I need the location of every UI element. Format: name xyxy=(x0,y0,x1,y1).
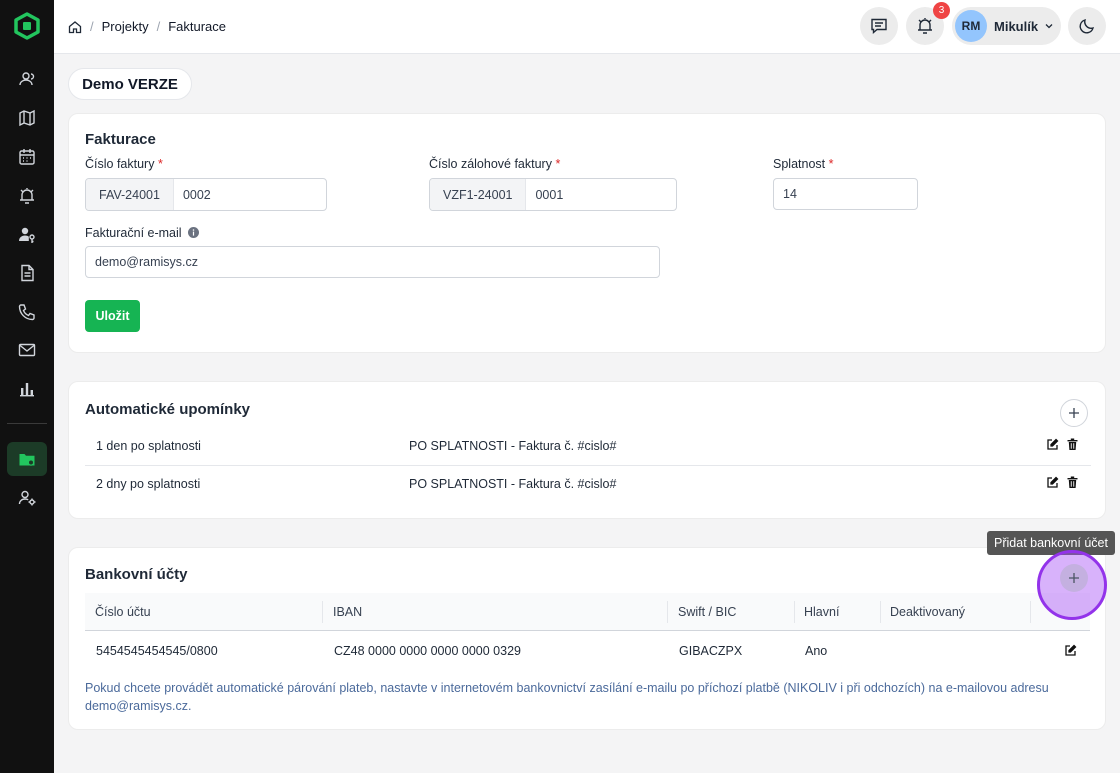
edit-icon[interactable] xyxy=(1046,438,1059,451)
sidebar-item-project-settings[interactable] xyxy=(7,442,47,476)
billing-email-label: Fakturační e-mail xyxy=(85,226,199,240)
plus-icon xyxy=(1069,573,1079,583)
bank-accounts-title: Bankovní účty xyxy=(85,566,188,583)
alarm-icon xyxy=(20,188,34,204)
save-button[interactable]: Uložit xyxy=(85,300,140,332)
user-settings-icon xyxy=(18,490,36,506)
user-key-icon xyxy=(19,227,35,243)
account-iban: CZ48 0000 0000 0000 0000 0329 xyxy=(334,644,521,658)
invoicing-title: Fakturace xyxy=(85,131,156,148)
sidebar-item-alarm[interactable] xyxy=(7,179,47,213)
notification-badge: 3 xyxy=(933,2,950,19)
invoice-number-input[interactable]: 0002 xyxy=(174,179,326,210)
column-header-account: Číslo účtu xyxy=(95,605,151,619)
reminders-card: Automatické upomínky 1 den po splatnosti… xyxy=(68,381,1106,519)
sidebar-item-user-settings[interactable] xyxy=(7,481,47,515)
demo-version-badge: Demo VERZE xyxy=(68,68,192,100)
phone-icon xyxy=(18,304,35,321)
edit-icon[interactable] xyxy=(1046,476,1059,489)
add-bank-account-tooltip: Přidat bankovní účet xyxy=(987,531,1115,555)
sidebar-item-statistics[interactable] xyxy=(7,372,47,406)
reminder-template: PO SPLATNOSTI - Faktura č. #cislo# xyxy=(409,439,617,453)
due-input[interactable]: 14 xyxy=(773,178,918,210)
sidebar-divider xyxy=(7,423,47,424)
account-swift: GIBACZPX xyxy=(679,644,743,658)
breadcrumb-invoicing: Fakturace xyxy=(168,19,227,34)
trash-icon[interactable] xyxy=(1066,438,1079,451)
table-row: 5454545454545/0800 CZ48 0000 0000 0000 0… xyxy=(85,631,1091,669)
theme-toggle-button[interactable] xyxy=(1068,7,1106,45)
reminder-when: 2 dny po splatnosti xyxy=(96,477,201,491)
deposit-number-prefix: VZF1-24001 xyxy=(430,179,527,210)
invoice-number-field[interactable]: FAV-24001 0002 xyxy=(85,178,327,211)
reminder-when: 1 den po splatnosti xyxy=(96,439,201,453)
top-header: / Projekty / Fakturace 3 RM Mikulík xyxy=(54,0,1120,54)
chat-button[interactable] xyxy=(860,7,898,45)
folder-settings-icon xyxy=(19,454,35,466)
sidebar xyxy=(0,0,54,773)
sidebar-item-calendar[interactable] xyxy=(7,140,47,174)
users-icon xyxy=(19,72,35,86)
sidebar-item-documents[interactable] xyxy=(7,256,47,290)
account-number: 5454545454545/0800 xyxy=(96,644,218,658)
trash-icon[interactable] xyxy=(1066,476,1079,489)
bank-table-header: Číslo účtu IBAN Swift / BIC Hlavní Deakt… xyxy=(85,593,1090,631)
edit-icon[interactable] xyxy=(1064,644,1077,657)
chart-icon xyxy=(20,383,34,397)
user-menu[interactable]: RM Mikulík xyxy=(952,7,1061,45)
add-reminder-button[interactable] xyxy=(1060,399,1088,427)
column-header-iban: IBAN xyxy=(333,605,363,619)
moon-icon xyxy=(1079,18,1095,34)
home-icon[interactable] xyxy=(68,20,82,34)
breadcrumb-separator: / xyxy=(90,19,94,34)
notifications-button[interactable]: 3 xyxy=(906,2,950,45)
sidebar-item-map[interactable] xyxy=(7,101,47,135)
sidebar-item-phone[interactable] xyxy=(7,295,47,329)
deposit-number-label: Číslo zálohové faktury * xyxy=(429,157,561,171)
invoice-number-prefix: FAV-24001 xyxy=(86,179,174,210)
map-icon xyxy=(19,109,35,127)
bank-pairing-note: Pokud chcete provádět automatické párová… xyxy=(85,681,1049,713)
reminders-title: Automatické upomínky xyxy=(85,401,251,418)
avatar: RM xyxy=(955,10,987,42)
breadcrumb-separator: / xyxy=(156,19,161,34)
table-row: 2 dny po splatnosti PO SPLATNOSTI - Fakt… xyxy=(85,465,1091,503)
deposit-number-field[interactable]: VZF1-24001 0001 xyxy=(429,178,677,211)
plus-icon xyxy=(1069,408,1079,418)
mail-icon xyxy=(18,343,36,357)
column-header-main: Hlavní xyxy=(804,605,840,619)
invoice-number-label: Číslo faktury * xyxy=(85,157,163,171)
billing-email-input[interactable]: demo@ramisys.cz xyxy=(85,246,660,278)
add-bank-account-button[interactable] xyxy=(1060,564,1088,592)
logo-icon[interactable] xyxy=(13,12,41,40)
table-row: 1 den po splatnosti PO SPLATNOSTI - Fakt… xyxy=(85,427,1091,465)
column-separator xyxy=(1030,601,1031,623)
sidebar-item-user-key[interactable] xyxy=(7,218,47,252)
chevron-down-icon xyxy=(1045,24,1053,29)
calendar-icon xyxy=(19,149,35,165)
column-header-deactivated: Deaktivovaný xyxy=(890,605,966,619)
sidebar-item-users[interactable] xyxy=(7,62,47,96)
sidebar-item-mail[interactable] xyxy=(7,333,47,367)
deposit-number-input[interactable]: 0001 xyxy=(526,179,676,210)
account-main: Ano xyxy=(805,644,828,658)
due-label: Splatnost * xyxy=(773,157,834,171)
user-name: Mikulík xyxy=(994,18,1039,34)
breadcrumb: / Projekty / Fakturace xyxy=(68,19,226,34)
reminder-template: PO SPLATNOSTI - Faktura č. #cislo# xyxy=(409,477,617,491)
info-icon[interactable] xyxy=(187,227,199,238)
bank-accounts-card: Bankovní účty Číslo účtu IBAN Swift / BI… xyxy=(68,547,1106,730)
chat-icon xyxy=(871,18,887,35)
column-header-swift: Swift / BIC xyxy=(678,605,737,619)
breadcrumb-projects[interactable]: Projekty xyxy=(102,19,149,34)
document-icon xyxy=(21,264,34,282)
invoicing-card: Fakturace Číslo faktury * FAV-24001 0002… xyxy=(68,113,1106,353)
alarm-icon xyxy=(918,18,932,34)
